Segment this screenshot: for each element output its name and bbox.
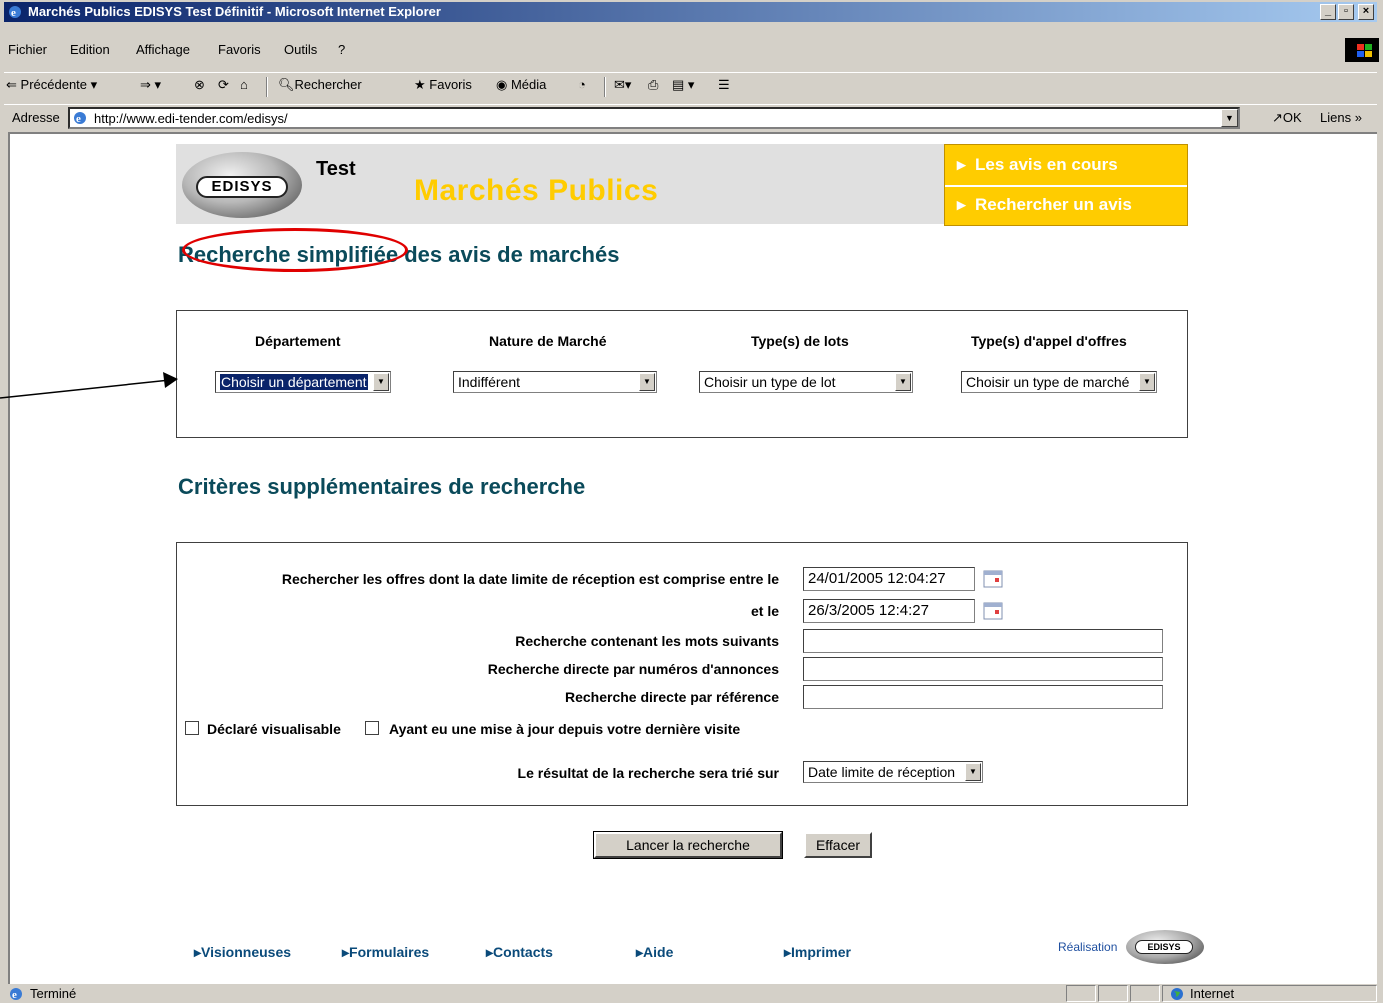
status-text: Terminé: [30, 986, 77, 1001]
departement-label: Département: [255, 333, 341, 349]
visualisable-label: Déclaré visualisable: [207, 721, 341, 737]
status-bar: e Terminé Internet: [4, 984, 1377, 1003]
menu-bar: Fichier Edition Affichage Favoris Outils…: [4, 38, 1377, 62]
appel-offres-select[interactable]: Choisir un type de marché ▼: [961, 371, 1157, 393]
nature-select[interactable]: Indifférent ▼: [453, 371, 657, 393]
zone-text: Internet: [1190, 986, 1235, 1001]
credit-label: Réalisation: [1058, 940, 1118, 954]
menu-outils[interactable]: Outils: [284, 42, 317, 57]
page-header: EDISYS Test Marchés Publics: [176, 144, 946, 224]
footer-link-imprimer[interactable]: ▸Imprimer: [784, 944, 851, 961]
globe-icon: [1171, 988, 1183, 1000]
keywords-label: Recherche contenant les mots suivants: [515, 633, 779, 649]
title-bar: e Marchés Publics EDISYS Test Définitif …: [4, 2, 1377, 22]
numbers-label: Recherche directe par numéros d'annonces: [487, 661, 779, 677]
chevron-down-icon: ▼: [895, 373, 911, 391]
address-bar: Adresse e http://www.edi-tender.com/edis…: [4, 104, 1377, 130]
site-title: Marchés Publics: [414, 174, 659, 207]
favorites-button[interactable]: ★ Favoris: [414, 77, 472, 93]
date-to-input[interactable]: 26/3/2005 12:4:27: [803, 599, 975, 623]
close-button[interactable]: ×: [1358, 4, 1374, 20]
status-cell: [1098, 985, 1128, 1002]
keywords-input[interactable]: [803, 629, 1163, 653]
appel-offres-label: Type(s) d'appel d'offres: [971, 333, 1127, 349]
address-dropdown-icon[interactable]: ▼: [1221, 109, 1238, 127]
updated-checkbox[interactable]: [365, 721, 379, 735]
nav-divider: [945, 185, 1187, 187]
test-label: Test: [316, 158, 356, 180]
lots-label: Type(s) de lots: [751, 333, 849, 349]
discuss-icon[interactable]: ☰: [718, 77, 730, 93]
mail-icon[interactable]: ✉▾: [614, 77, 631, 93]
sort-label: Le résultat de la recherche sera trié su…: [517, 765, 779, 781]
footer-link-formulaires[interactable]: ▸Formulaires: [342, 944, 429, 961]
edit-icon[interactable]: ▤ ▾: [672, 77, 694, 93]
lots-select[interactable]: Choisir un type de lot ▼: [699, 371, 913, 393]
status-cell: [1130, 985, 1160, 1002]
restore-button[interactable]: ▫: [1338, 4, 1354, 20]
extra-criteria-title: Critères supplémentaires de recherche: [178, 474, 586, 499]
nav-rechercher-avis[interactable]: ▸ Rechercher un avis: [957, 195, 1132, 215]
annotation-arrow: [0, 372, 178, 399]
date-from-label: Rechercher les offres dont la date limit…: [281, 571, 779, 587]
calendar-icon[interactable]: [983, 602, 1003, 620]
search-submit-button[interactable]: Lancer la recherche: [593, 831, 783, 859]
menu-help[interactable]: ?: [338, 42, 345, 57]
search-icon: 🔍︎: [278, 77, 295, 92]
address-input[interactable]: e http://www.edi-tender.com/edisys/ ▼: [68, 107, 1240, 129]
sort-select[interactable]: Date limite de réception ▼: [803, 761, 983, 783]
chevron-down-icon: ▼: [373, 373, 389, 391]
edisys-logo: EDISYS: [182, 152, 302, 218]
toolbar-separator: [266, 77, 268, 97]
minimize-button[interactable]: _: [1320, 4, 1336, 20]
status-cell: [1066, 985, 1096, 1002]
media-button[interactable]: ◉ Média: [496, 77, 546, 93]
visualisable-checkbox[interactable]: [185, 721, 199, 735]
history-icon[interactable]: ◔: [578, 77, 586, 92]
numbers-input[interactable]: [803, 657, 1163, 681]
search-button[interactable]: 🔍︎Rechercher: [278, 77, 362, 93]
departement-select[interactable]: Choisir un département ▼: [215, 371, 391, 393]
page-icon: e: [10, 988, 22, 1001]
footer-link-aide[interactable]: ▸Aide: [636, 944, 673, 961]
browser-window: e Marchés Publics EDISYS Test Définitif …: [0, 0, 1383, 1003]
date-from-input[interactable]: 24/01/2005 12:04:27: [803, 567, 975, 591]
simple-search-panel: Département Nature de Marché Type(s) de …: [176, 310, 1188, 438]
toolbar: ⇐ Précédente ▾ ⇒ ▾ ⊗ ⟳ ⌂ 🔍︎Rechercher ★ …: [4, 72, 1377, 98]
header-nav: ▸ Les avis en cours ▸ Rechercher un avis: [944, 144, 1188, 226]
links-button[interactable]: Liens »: [1320, 110, 1362, 125]
media-icon: ◉: [496, 77, 508, 92]
chevron-down-icon: ▼: [639, 373, 655, 391]
home-icon[interactable]: ⌂: [240, 77, 248, 92]
nav-avis-en-cours[interactable]: ▸ Les avis en cours: [957, 155, 1118, 175]
menu-favoris[interactable]: Favoris: [218, 42, 261, 57]
refresh-icon[interactable]: ⟳: [218, 77, 229, 93]
annotation-highlight-oval: [182, 228, 408, 272]
nature-label: Nature de Marché: [489, 333, 607, 349]
print-icon[interactable]: ⎙: [648, 77, 658, 93]
go-button[interactable]: ↗OK: [1272, 110, 1302, 126]
reference-input[interactable]: [803, 685, 1163, 709]
chevron-down-icon: ▼: [1139, 373, 1155, 391]
chevron-down-icon: ▼: [965, 763, 981, 781]
date-to-label: et le: [750, 603, 779, 619]
reference-label: Recherche directe par référence: [565, 689, 779, 705]
extra-criteria-panel: Rechercher les offres dont la date limit…: [176, 542, 1188, 806]
credit-logo[interactable]: EDISYS: [1126, 930, 1204, 964]
favorites-icon: ★: [414, 77, 426, 92]
footer-link-visionneuses[interactable]: ▸Visionneuses: [194, 944, 291, 961]
calendar-icon[interactable]: [983, 570, 1003, 588]
clear-button[interactable]: Effacer: [804, 832, 872, 858]
windows-logo-icon: [1345, 38, 1379, 62]
go-arrow-icon: ↗: [1272, 110, 1283, 125]
footer-link-contacts[interactable]: ▸Contacts: [486, 944, 553, 961]
svg-text:e: e: [12, 989, 17, 1001]
toolbar-separator: [604, 77, 606, 97]
updated-label: Ayant eu une mise à jour depuis votre de…: [389, 721, 741, 737]
